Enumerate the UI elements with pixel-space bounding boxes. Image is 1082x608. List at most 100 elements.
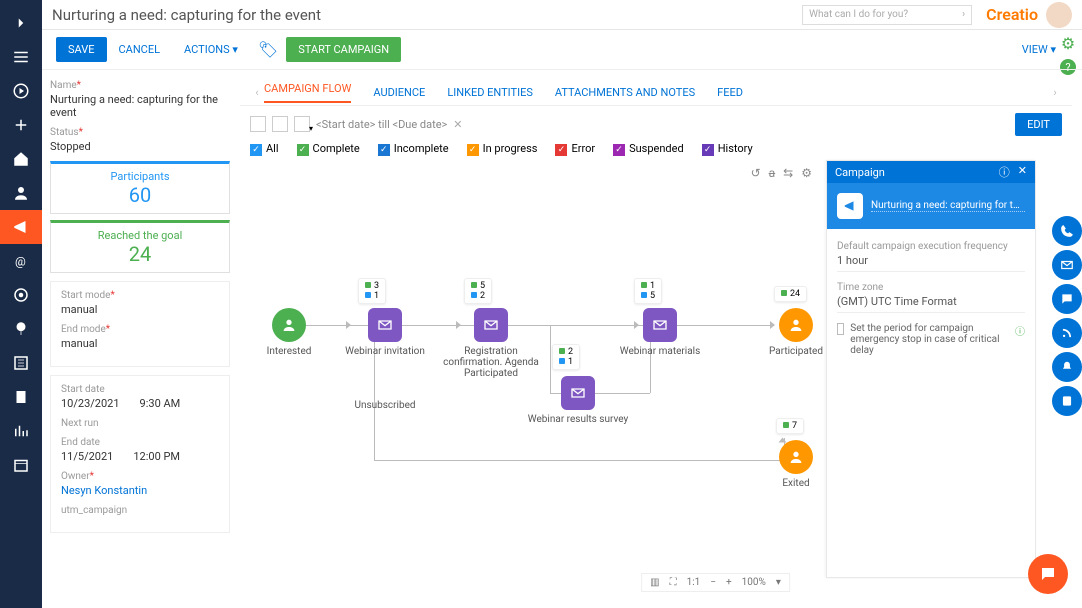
zoom-dropdown-icon[interactable]: ▾ (776, 577, 781, 588)
tag-icon[interactable]: 🏷 (258, 40, 278, 59)
flow-settings-icon[interactable]: ⚙ (801, 166, 812, 180)
float-phone-icon[interactable] (1052, 216, 1082, 246)
node-exited[interactable]: Exited (756, 440, 836, 489)
nav-target[interactable] (0, 278, 42, 312)
tabs-next[interactable]: › (1048, 86, 1062, 99)
nav-org[interactable] (0, 346, 42, 380)
period-checkbox[interactable] (837, 323, 844, 335)
float-chat-icon[interactable] (1052, 284, 1082, 314)
actions-dropdown[interactable]: ACTIONS ▾ (172, 37, 250, 62)
tab-campaign-flow[interactable]: CAMPAIGN FLOW (264, 82, 351, 103)
user-avatar[interactable] (1046, 2, 1072, 28)
status-filters: ✓All ✓Complete ✓Incomplete ✓In progress … (240, 138, 1072, 160)
start-campaign-button[interactable]: START CAMPAIGN (286, 37, 401, 62)
zoom-layout-icon[interactable]: ▥ (650, 577, 659, 588)
close-panel-icon[interactable]: ✕ (1018, 164, 1027, 180)
nav-campaign[interactable] (0, 210, 42, 244)
view-dropdown[interactable]: VIEW ▾ (1010, 37, 1068, 62)
end-date-value[interactable]: 11/5/2021 (61, 448, 113, 463)
edit-button[interactable]: EDIT (1015, 113, 1062, 136)
arrange-icon[interactable]: ⇆ (783, 166, 793, 180)
nav-contact[interactable] (0, 176, 42, 210)
campaign-icon (837, 193, 863, 219)
float-feed-icon[interactable] (1052, 318, 1082, 348)
node-materials[interactable]: Webinar materials (610, 308, 710, 357)
filter-complete[interactable]: ✓Complete (297, 142, 360, 156)
undo-icon[interactable]: ↺ (751, 166, 761, 180)
zoom-fit-icon[interactable]: ⛶ (670, 577, 677, 588)
tz-value[interactable]: (GMT) UTC Time Format (837, 295, 1025, 313)
badge-exited: 7 (776, 418, 804, 434)
flow-toolbar: ▾ <Start date> till <Due date> ✕ EDIT (240, 110, 1072, 138)
start-date-value[interactable]: 10/23/2021 (61, 395, 120, 410)
filter-all[interactable]: ✓All (250, 142, 279, 156)
nav-building[interactable] (0, 380, 42, 414)
info-icon[interactable]: ⓘ (999, 164, 1010, 180)
period-info-icon[interactable]: ⓘ (1015, 323, 1025, 338)
search-input[interactable]: What can I do for you? › (802, 5, 972, 25)
nav-play[interactable] (0, 74, 42, 108)
cancel-button[interactable]: CANCEL (107, 37, 173, 62)
start-mode-label: Start mode (61, 290, 219, 301)
node-interested-label: Interested (254, 346, 324, 357)
action-bar: SAVE CANCEL ACTIONS ▾ 🏷 START CAMPAIGN V… (42, 30, 1082, 70)
nav-calendar[interactable] (0, 448, 42, 482)
chat-fab[interactable] (1028, 554, 1068, 594)
nav-at[interactable]: @ (0, 244, 42, 278)
node-participated[interactable]: Participated (756, 308, 836, 357)
nav-menu[interactable] (0, 40, 42, 74)
nav-add[interactable] (0, 108, 42, 142)
save-button[interactable]: SAVE (56, 37, 107, 62)
date-range-text[interactable]: <Start date> till <Due date> (316, 118, 447, 131)
node-interested[interactable]: Interested (254, 308, 324, 357)
end-mode-value[interactable]: manual (61, 335, 219, 350)
filter-incomplete[interactable]: ✓Incomplete (378, 142, 449, 156)
float-mail-icon[interactable] (1052, 250, 1082, 280)
next-run-label: Next run (61, 418, 219, 429)
name-value[interactable]: Nurturing a need: capturing for the even… (50, 91, 230, 119)
tab-linked-entities[interactable]: LINKED ENTITIES (447, 86, 533, 99)
float-notes-icon[interactable] (1052, 386, 1082, 416)
search-go-icon: › (962, 9, 965, 20)
zoom-ratio[interactable]: 1:1 (687, 577, 701, 588)
node-participated-label: Participated (756, 346, 836, 357)
participants-metric[interactable]: Participants 60 (50, 161, 230, 214)
owner-value[interactable]: Nesyn Konstantin (61, 482, 219, 497)
filter-error[interactable]: ✓Error (555, 142, 595, 156)
goal-metric[interactable]: Reached the goal 24 (50, 220, 230, 273)
nav-balloon[interactable] (0, 312, 42, 346)
tabs: ‹ CAMPAIGN FLOW AUDIENCE LINKED ENTITIES… (240, 80, 1072, 106)
float-bell-icon[interactable] (1052, 352, 1082, 382)
filter-in-progress[interactable]: ✓In progress (467, 142, 538, 156)
nav-home[interactable] (0, 142, 42, 176)
start-time-value[interactable]: 9:30 AM (140, 395, 181, 410)
status-value[interactable]: Stopped (50, 138, 230, 153)
side-panel-title: Campaign (835, 166, 885, 179)
nav-chart[interactable] (0, 414, 42, 448)
tab-audience[interactable]: AUDIENCE (373, 86, 425, 99)
freq-label: Default campaign execution frequency (837, 241, 1025, 252)
start-mode-value[interactable]: manual (61, 301, 219, 316)
node-invitation[interactable]: Webinar invitation (340, 308, 430, 357)
nav-expand[interactable] (0, 6, 42, 40)
filter-history[interactable]: ✓History (702, 142, 753, 156)
flow-tools: ↺ a ⇆ ⚙ (751, 166, 812, 180)
filter-suspended[interactable]: ✓Suspended (613, 142, 684, 156)
zoom-in-icon[interactable]: + (726, 577, 732, 588)
end-time-value[interactable]: 12:00 PM (133, 448, 180, 463)
side-panel-header: Campaign ⓘ ✕ (827, 161, 1035, 183)
redo-icon[interactable]: a (769, 166, 776, 180)
node-survey[interactable]: Webinar results survey (518, 376, 638, 425)
tab-attachments[interactable]: ATTACHMENTS AND NOTES (555, 86, 695, 99)
clear-date-icon[interactable]: ✕ (453, 118, 462, 131)
tabs-prev[interactable]: ‹ (250, 86, 264, 99)
utm-label: utm_campaign (61, 505, 219, 516)
calendar-from-icon[interactable] (250, 116, 266, 132)
tab-feed[interactable]: FEED (717, 86, 743, 99)
freq-value[interactable]: 1 hour (837, 254, 1025, 272)
zoom-out-icon[interactable]: − (710, 577, 716, 588)
side-panel-campaign-name[interactable]: Nurturing a need: capturing for the ev..… (871, 200, 1025, 212)
calendar-range-icon[interactable]: ▾ (294, 116, 310, 132)
calendar-to-icon[interactable] (272, 116, 288, 132)
node-registration[interactable]: Registration confirmation. Agenda Partic… (436, 308, 546, 379)
